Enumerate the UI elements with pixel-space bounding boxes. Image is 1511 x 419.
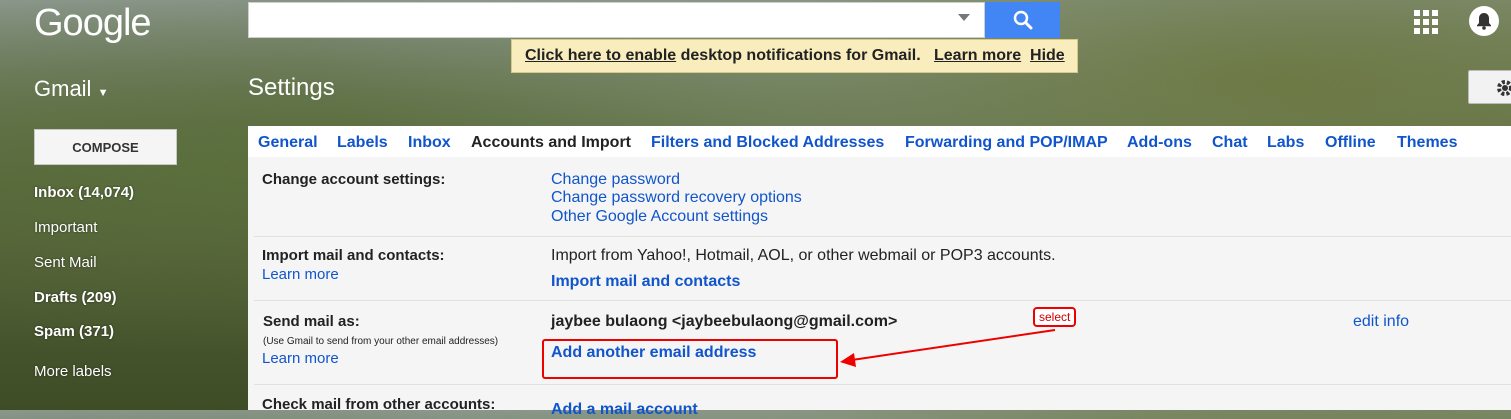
annotation-arrow bbox=[840, 329, 1056, 367]
